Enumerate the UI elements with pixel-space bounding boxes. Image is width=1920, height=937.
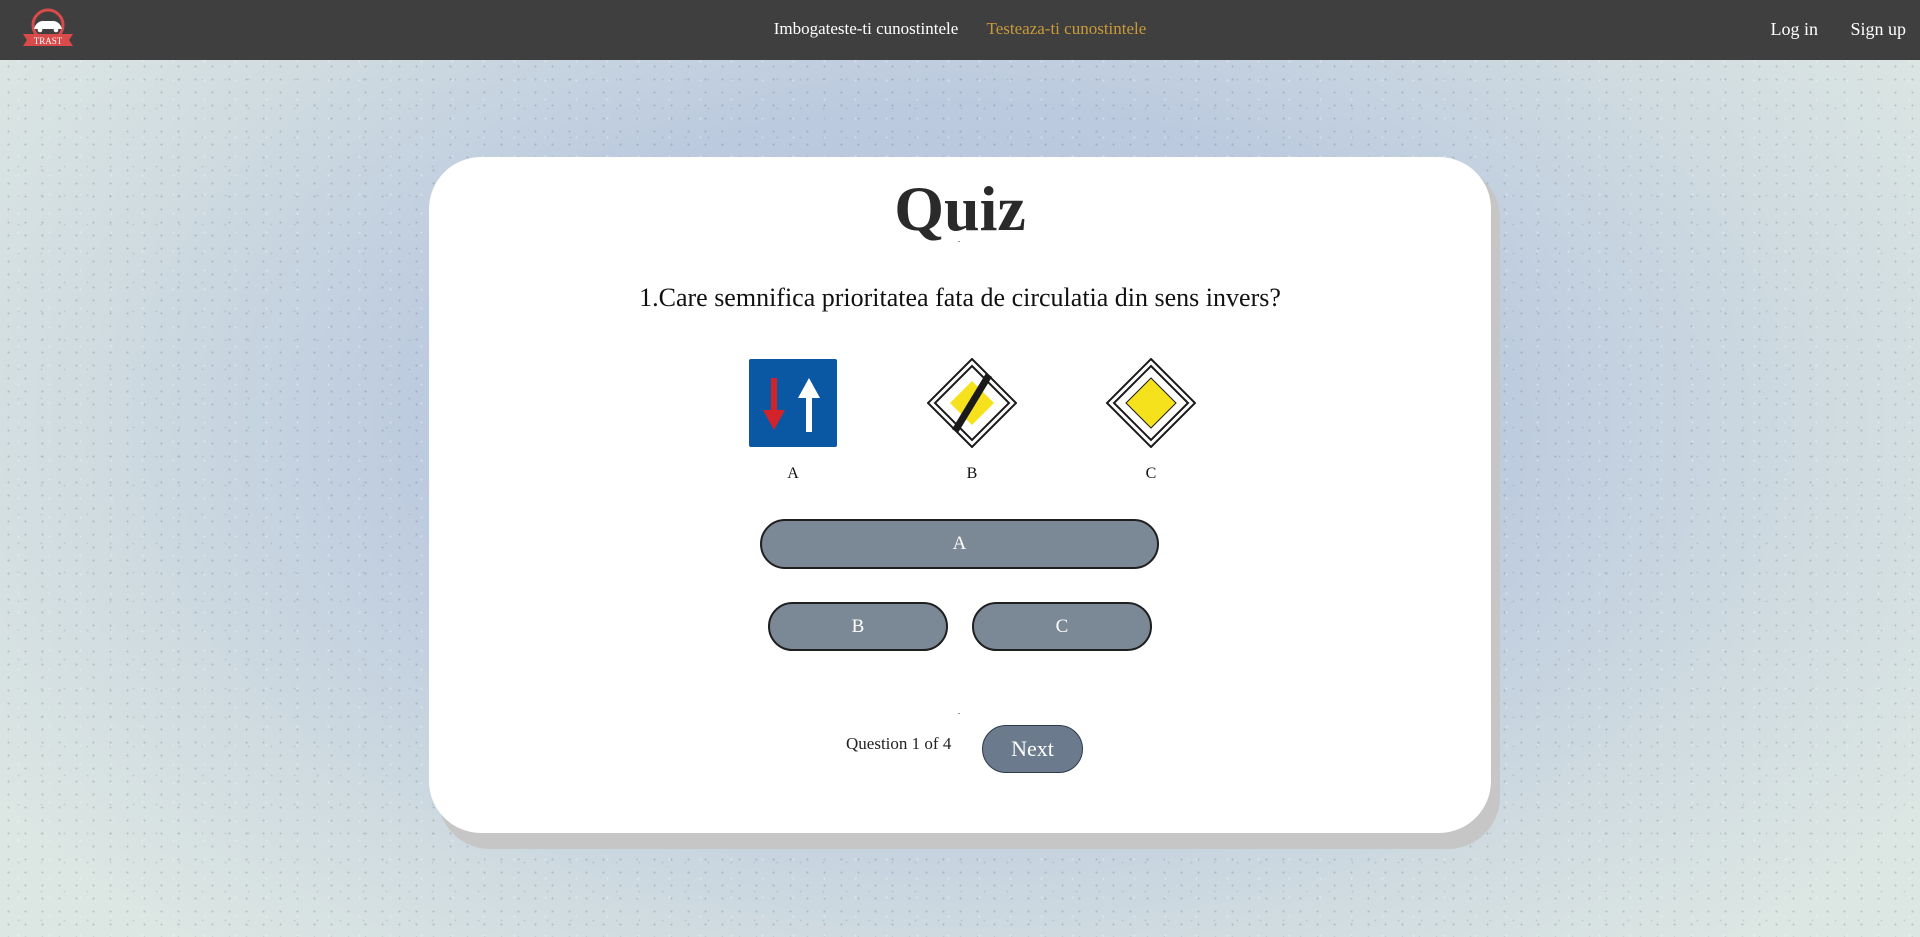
sign-label-b: B [966, 465, 978, 482]
login-link[interactable]: Log in [1770, 19, 1818, 39]
nav-link-learn[interactable]: Imbogateste-ti cunostintele [774, 19, 959, 39]
divider-dot [958, 713, 960, 714]
answer-button-b[interactable]: B [768, 602, 948, 651]
question-text: 1.Care semnifica prioritatea fata de cir… [639, 283, 1281, 312]
main-nav: Imbogateste-ti cunostintele Testeaza-ti … [0, 19, 1920, 39]
divider-dot [958, 241, 960, 242]
priority-over-oncoming-traffic-sign-icon [749, 359, 837, 447]
next-button[interactable]: Next [982, 725, 1083, 773]
progress-prefix: Question [846, 734, 908, 753]
auth-links: Log in Sign up [1742, 19, 1906, 40]
priority-road-sign-icon [1106, 358, 1196, 448]
answer-button-a[interactable]: A [760, 519, 1159, 569]
sign-label-c: C [1145, 465, 1157, 482]
progress-of: of [924, 734, 939, 753]
answer-button-c[interactable]: C [972, 602, 1152, 651]
question-progress: Question 1 of 4 [846, 734, 951, 754]
progress-current: 1 [911, 734, 921, 753]
sign-label-a: A [787, 465, 799, 482]
quiz-title: Quiz [894, 173, 1026, 244]
top-navigation-bar: TRAST Imbogateste-ti cunostintele Testea… [0, 0, 1920, 60]
sign-image-a [748, 358, 838, 448]
quiz-card: Quiz 1.Care semnifica prioritatea fata d… [429, 157, 1491, 833]
sign-image-c [1106, 358, 1196, 448]
progress-total: 4 [942, 734, 952, 753]
nav-link-test[interactable]: Testeaza-ti cunostintele [987, 19, 1147, 39]
sign-image-b [927, 358, 1017, 448]
signup-link[interactable]: Sign up [1850, 19, 1906, 39]
end-of-priority-road-sign-icon [927, 358, 1017, 448]
